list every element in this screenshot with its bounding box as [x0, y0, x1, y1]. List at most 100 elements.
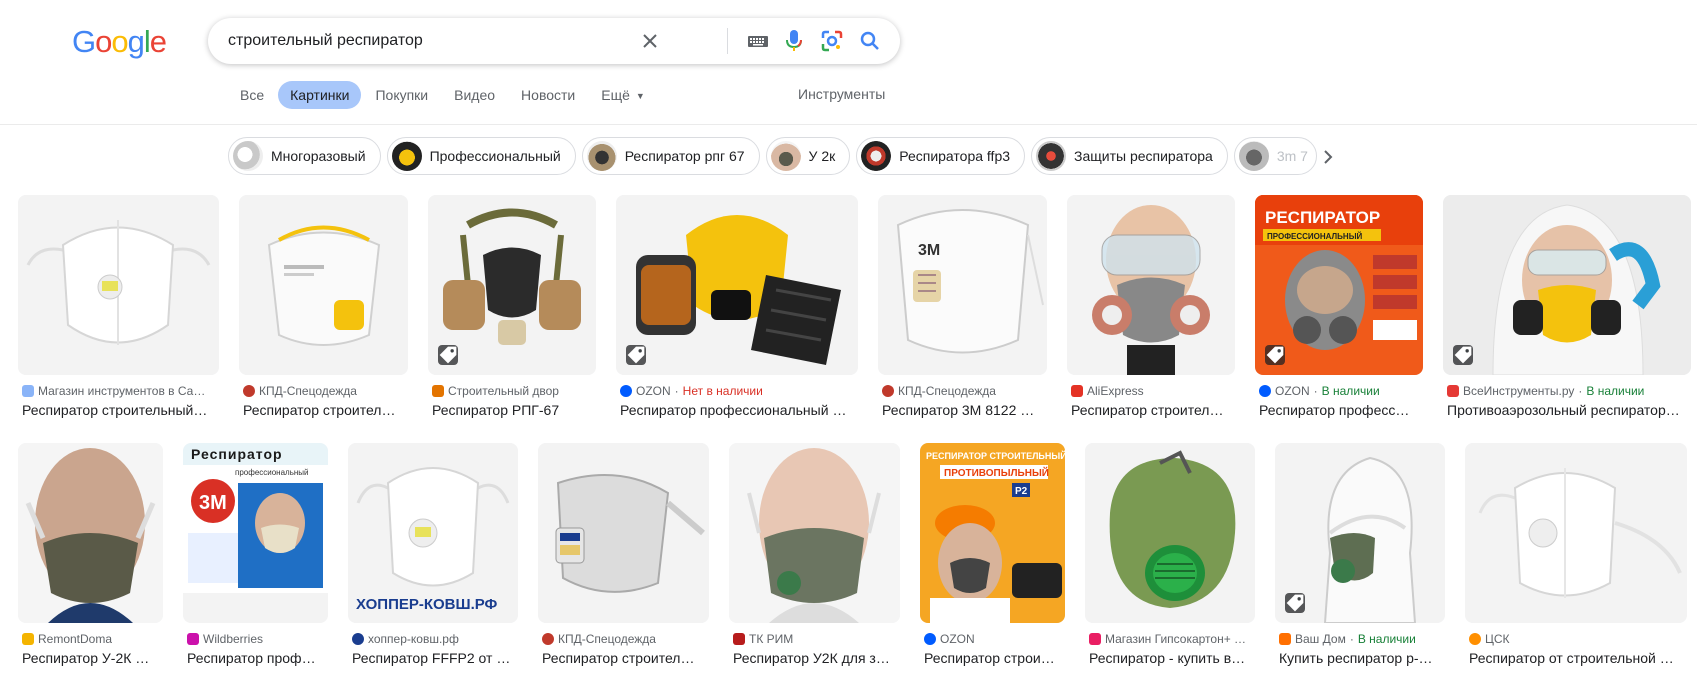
source-name: RemontDoma: [38, 632, 113, 646]
source-favicon: [1089, 633, 1101, 645]
chip[interactable]: Защиты респиратора: [1031, 137, 1228, 175]
tab-video[interactable]: Видео: [442, 81, 507, 109]
microphone-icon[interactable]: [782, 29, 806, 53]
thumb-caption: РЕСПИРАТОР СТРОИТЕЛЬНЫЙ: [926, 450, 1065, 461]
logo-letter: G: [72, 24, 96, 59]
result-title[interactable]: Купить респиратор р-…: [1279, 650, 1443, 666]
tab-shopping[interactable]: Покупки: [363, 81, 440, 109]
result-thumbnail[interactable]: Респиратор профессиональный 3M: [183, 443, 328, 623]
result-title[interactable]: Респиратор строител…: [1071, 402, 1233, 418]
result-source[interactable]: OZON: [924, 632, 1063, 646]
tab-more[interactable]: Ещё ▼: [589, 81, 657, 109]
chevron-right-icon[interactable]: [1316, 145, 1340, 169]
result-title[interactable]: Респиратор строительный…: [22, 402, 217, 418]
result-source[interactable]: КПД-Спецодежда: [882, 384, 1045, 398]
result-thumbnail[interactable]: РЕСПИРАТОР СТРОИТЕЛЬНЫЙ ПРОТИВОПЫЛЬНЫЙ P2: [920, 443, 1065, 623]
result-source[interactable]: КПД-Спецодежда: [542, 632, 707, 646]
result-source[interactable]: RemontDoma: [22, 632, 161, 646]
result-thumbnail[interactable]: [1067, 195, 1235, 375]
result-thumbnail[interactable]: [729, 443, 900, 623]
result-source[interactable]: ВсеИнструменты.ру · В наличии: [1447, 384, 1691, 398]
result-thumbnail[interactable]: [18, 443, 163, 623]
thumb-caption: ХОППЕР-КОВШ.РФ: [356, 596, 498, 613]
result-thumbnail[interactable]: [1085, 443, 1255, 623]
result-title[interactable]: Респиратор У-2К …: [22, 650, 161, 666]
chip[interactable]: Респиратора ffp3: [856, 137, 1026, 175]
result-title[interactable]: Респиратор от строительной …: [1469, 650, 1685, 666]
result-title[interactable]: Респиратор строител…: [243, 402, 406, 418]
tools-button[interactable]: Инструменты: [798, 86, 885, 102]
result-title[interactable]: Респиратор профессиональный …: [620, 402, 856, 418]
camera-lens-icon[interactable]: [820, 29, 844, 53]
google-logo[interactable]: Google: [72, 24, 167, 60]
chip[interactable]: 3m 7: [1233, 137, 1317, 175]
result-source[interactable]: AliExpress: [1071, 384, 1233, 398]
result-title[interactable]: Респиратор строи…: [924, 650, 1063, 666]
search-divider: [727, 28, 728, 54]
source-favicon: [1469, 633, 1481, 645]
result-thumbnail[interactable]: [616, 195, 858, 375]
result-source[interactable]: OZON · Нет в наличии: [620, 384, 856, 398]
result-title[interactable]: Респиратор - купить в…: [1089, 650, 1253, 666]
source-favicon: [22, 633, 34, 645]
result-source[interactable]: Ваш Дом · В наличии: [1279, 632, 1443, 646]
result-thumbnail[interactable]: [239, 195, 408, 375]
result-source[interactable]: Строительный двор: [432, 384, 594, 398]
source-favicon: [1259, 385, 1271, 397]
result-thumbnail[interactable]: [18, 195, 219, 375]
chip-label: Профессиональный: [429, 148, 561, 164]
result-title[interactable]: Респиратор проф…: [187, 650, 326, 666]
price-tag-icon: [438, 345, 458, 365]
result-thumbnail[interactable]: [1465, 443, 1687, 623]
thumb-caption: ПРОФЕССИОНАЛЬНЫЙ: [1267, 232, 1363, 241]
result-source[interactable]: хоппер-ковш.рф: [352, 632, 516, 646]
result-thumbnail[interactable]: [1275, 443, 1445, 623]
result-title[interactable]: Респиратор РПГ-67: [432, 402, 594, 418]
result-thumbnail[interactable]: [538, 443, 709, 623]
logo-letter: o: [111, 24, 128, 59]
result-title[interactable]: Противоаэрозольный респиратор…: [1447, 402, 1691, 418]
source-name: хоппер-ковш.рф: [368, 632, 459, 646]
result-title[interactable]: Респиратор FFFP2 от …: [352, 650, 516, 666]
svg-text:3M: 3M: [918, 242, 940, 259]
keyboard-icon[interactable]: [746, 29, 770, 53]
source-name: Магазин Гипсокартон+ …: [1105, 632, 1247, 646]
result-thumbnail[interactable]: РЕСПИРАТОР ПРОФЕССИОНАЛЬНЫЙ: [1255, 195, 1423, 375]
result-title[interactable]: Респиратор 3М 8122 …: [882, 402, 1045, 418]
result-source[interactable]: Магазин инструментов в Са…: [22, 384, 217, 398]
tab-more-label: Ещё: [601, 87, 630, 103]
result-title[interactable]: Респиратор професс…: [1259, 402, 1421, 418]
result-title[interactable]: Респиратор строител…: [542, 650, 707, 666]
result-source[interactable]: Wildberries: [187, 632, 326, 646]
result-source[interactable]: КПД-Спецодежда: [243, 384, 406, 398]
result-title[interactable]: Респиратор У2К для з…: [733, 650, 898, 666]
chip-thumbnail: [586, 141, 617, 171]
chip[interactable]: У 2к: [765, 137, 851, 175]
chip-thumbnail: [1036, 141, 1067, 171]
close-icon[interactable]: [638, 29, 662, 53]
chip[interactable]: Многоразовый: [228, 137, 381, 175]
result-source[interactable]: ТК РИМ: [733, 632, 898, 646]
result-thumbnail[interactable]: 3M: [878, 195, 1047, 375]
result-thumbnail[interactable]: ХОППЕР-КОВШ.РФ: [348, 443, 518, 623]
price-tag-icon: [1265, 345, 1285, 365]
source-name: Магазин инструментов в Са…: [38, 384, 206, 398]
search-input[interactable]: строительный респиратор: [228, 32, 423, 50]
tab-news[interactable]: Новости: [509, 81, 587, 109]
separator-dot: ·: [1349, 632, 1354, 646]
result-thumbnail[interactable]: [1443, 195, 1691, 375]
result-thumbnail[interactable]: [428, 195, 596, 375]
source-name: КПД-Спецодежда: [898, 384, 996, 398]
search-icon[interactable]: [858, 29, 882, 53]
tab-images[interactable]: Картинки: [278, 81, 362, 109]
thumb-caption: Респиратор: [191, 446, 283, 462]
result-source[interactable]: Магазин Гипсокартон+ …: [1089, 632, 1253, 646]
result-source[interactable]: ЦСК: [1469, 632, 1685, 646]
source-favicon: [882, 385, 894, 397]
tab-all[interactable]: Все: [228, 81, 276, 109]
result-source[interactable]: OZON · В наличии: [1259, 384, 1421, 398]
source-favicon: [924, 633, 936, 645]
chip[interactable]: Профессиональный: [386, 137, 576, 175]
chip[interactable]: Респиратор рпг 67: [581, 137, 760, 175]
search-box[interactable]: строительный респиратор: [208, 18, 900, 64]
